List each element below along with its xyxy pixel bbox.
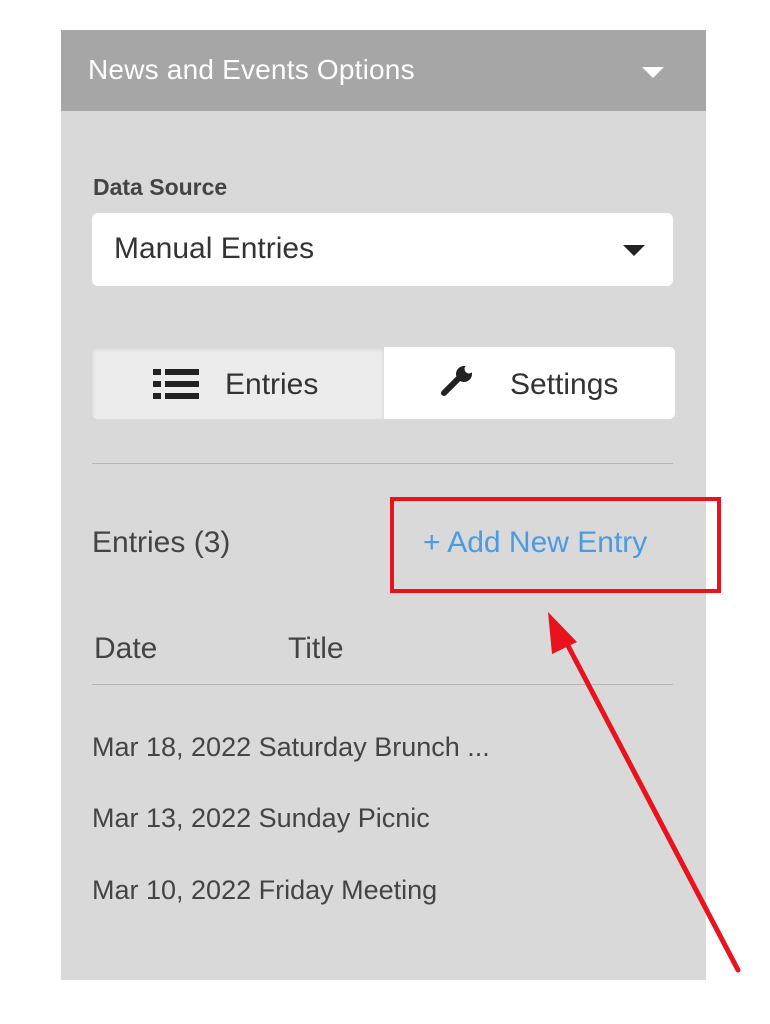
view-toggle: Entries Settings: [92, 347, 675, 419]
chevron-down-icon[interactable]: [642, 67, 664, 78]
column-header-date[interactable]: Date: [94, 632, 157, 666]
tab-settings-label: Settings: [510, 368, 619, 401]
caret-down-icon: [623, 245, 645, 256]
tab-entries-label: Entries: [225, 368, 319, 401]
entries-count: Entries (3): [92, 526, 231, 559]
tab-entries[interactable]: Entries: [92, 347, 384, 419]
entry-date: Mar 13, 2022: [92, 803, 252, 833]
data-source-label: Data Source: [93, 174, 228, 200]
table-row[interactable]: Mar 10, 2022 Friday Meeting: [92, 875, 437, 915]
wrench-icon: [440, 363, 476, 404]
column-header-title[interactable]: Title: [288, 632, 344, 666]
entry-title: Sunday Picnic: [258, 803, 430, 833]
table-row[interactable]: Mar 13, 2022 Sunday Picnic: [92, 803, 430, 843]
entry-title: Saturday Brunch ...: [258, 732, 490, 762]
panel-title: News and Events Options: [88, 54, 415, 85]
entry-date: Mar 18, 2022: [92, 732, 252, 762]
news-events-options-panel: News and Events Options Data Source Manu…: [61, 30, 706, 980]
panel-header[interactable]: News and Events Options: [61, 30, 706, 111]
tab-settings[interactable]: Settings: [384, 347, 675, 419]
entry-date: Mar 10, 2022: [92, 875, 252, 905]
data-source-value: Manual Entries: [114, 232, 315, 265]
entry-title: Friday Meeting: [258, 875, 438, 905]
table-row[interactable]: Mar 18, 2022 Saturday Brunch ...: [92, 732, 490, 772]
add-new-entry-link[interactable]: + Add New Entry: [423, 526, 647, 560]
table-divider: [92, 684, 673, 685]
data-source-select[interactable]: Manual Entries: [92, 213, 673, 286]
divider: [92, 463, 673, 464]
